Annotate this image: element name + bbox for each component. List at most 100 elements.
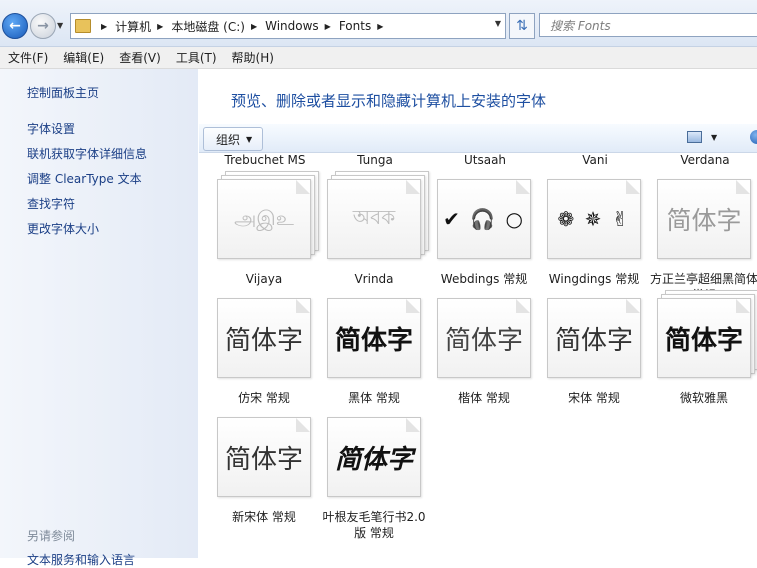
- arrow-left-icon: ←: [9, 18, 21, 34]
- refresh-button[interactable]: ⇅: [509, 13, 535, 39]
- font-name-label: Vrinda: [354, 272, 394, 286]
- font-label-tunga[interactable]: Tunga: [357, 153, 393, 167]
- font-label-vani[interactable]: Vani: [582, 153, 608, 167]
- font-tile[interactable]: 简体字 微软雅黑: [649, 290, 757, 406]
- breadcrumb-local-disk[interactable]: 本地磁盘 (C:): [171, 18, 245, 35]
- sidebar-link-change-font-size[interactable]: 更改字体大小: [27, 220, 99, 237]
- font-tile[interactable]: ✔ 🎧 ○ Webdings 常规: [429, 179, 539, 287]
- font-tile[interactable]: 简体字 楷体 常规: [429, 298, 539, 406]
- font-sample-text: 简体字: [334, 444, 413, 475]
- font-file-icon: 简体字: [327, 417, 421, 497]
- sidebar-link-find-character[interactable]: 查找字符: [27, 195, 75, 212]
- font-file-icon: 简体字: [437, 298, 531, 378]
- font-file-icon: 简体字: [657, 290, 757, 378]
- font-name-label: 叶根友毛笔行书2.0版 常规: [322, 510, 426, 540]
- search-box[interactable]: [539, 13, 757, 37]
- back-button[interactable]: ←: [2, 13, 28, 39]
- font-label-verdana[interactable]: Verdana: [680, 153, 729, 167]
- sidebar-link-cleartype[interactable]: 调整 ClearType 文本: [27, 170, 142, 187]
- font-file-icon: 简体字: [547, 298, 641, 378]
- font-tile[interactable]: ❁ ✵ ✌ Wingdings 常规: [539, 179, 649, 287]
- menu-file[interactable]: 文件(F): [0, 49, 55, 66]
- font-sample-text: 简体字: [554, 325, 633, 356]
- font-file-icon: ❁ ✵ ✌: [547, 179, 641, 259]
- folder-icon: [75, 19, 91, 33]
- font-name-label: Wingdings 常规: [548, 272, 640, 286]
- font-tile[interactable]: 简体字 宋体 常规: [539, 298, 649, 406]
- font-file-icon: அஇஉ: [217, 171, 319, 259]
- font-file-icon: 简体字: [327, 298, 421, 378]
- arrow-right-icon: →: [37, 18, 49, 34]
- main-pane: 预览、删除或者显示和隐藏计算机上安装的字体 组织 ▼ ▼ Trebuchet M…: [199, 69, 757, 558]
- font-sample-text: 简体字: [664, 325, 743, 356]
- chevron-right-icon[interactable]: ▶: [377, 22, 383, 31]
- address-dropdown-icon[interactable]: ▼: [495, 19, 501, 28]
- chevron-right-icon[interactable]: ▶: [325, 22, 331, 31]
- font-file-icon: 简体字: [217, 298, 311, 378]
- font-sample-text: 简体字: [444, 325, 523, 356]
- font-tile[interactable]: 简体字 黑体 常规: [319, 298, 429, 406]
- font-name-label: 微软雅黑: [679, 391, 728, 405]
- font-tile[interactable]: அஇஉ Vijaya: [209, 171, 319, 287]
- font-name-label: 黑体 常规: [348, 391, 400, 405]
- font-file-icon: ✔ 🎧 ○: [437, 179, 531, 259]
- organize-button[interactable]: 组织 ▼: [203, 127, 264, 151]
- font-label-utsaah[interactable]: Utsaah: [464, 153, 506, 167]
- chevron-right-icon[interactable]: ▶: [157, 22, 163, 31]
- refresh-icon: ⇅: [516, 18, 528, 34]
- breadcrumb-windows[interactable]: Windows: [265, 19, 319, 33]
- organize-label: 组织: [216, 132, 241, 147]
- sidebar-link-font-settings[interactable]: 字体设置: [27, 120, 75, 137]
- font-sample-text: অবক: [352, 204, 396, 229]
- font-sample-text: அஇஉ: [234, 205, 294, 230]
- menu-edit[interactable]: 编辑(E): [55, 49, 111, 66]
- chevron-down-icon[interactable]: ▼: [711, 133, 717, 142]
- help-icon[interactable]: [750, 130, 757, 144]
- sidebar-link-text-services[interactable]: 文本服务和输入语言: [27, 551, 135, 568]
- font-name-label: 宋体 常规: [568, 391, 620, 405]
- sidebar: 控制面板主页 字体设置 联机获取字体详细信息 调整 ClearType 文本 查…: [0, 69, 198, 567]
- font-tile[interactable]: 简体字 仿宋 常规: [209, 298, 319, 406]
- font-grid: Trebuchet MS Tunga Utsaah Vani Verdana அ…: [199, 153, 757, 558]
- font-file-icon: 简体字: [657, 179, 751, 259]
- toolbar: 组织 ▼ ▼: [199, 124, 757, 153]
- font-name-label: Vijaya: [245, 272, 283, 286]
- view-icon: [687, 131, 702, 143]
- font-tile[interactable]: 简体字 新宋体 常规: [209, 417, 319, 525]
- chevron-right-icon[interactable]: ▶: [251, 22, 257, 31]
- sidebar-link-control-panel-home[interactable]: 控制面板主页: [27, 84, 99, 101]
- font-name-label: Webdings 常规: [440, 272, 528, 286]
- page-title: 预览、删除或者显示和隐藏计算机上安装的字体: [231, 92, 547, 110]
- font-sample-text: 简体字: [224, 325, 303, 356]
- font-name-label: 仿宋 常规: [238, 391, 290, 405]
- chevron-down-icon: ▼: [246, 134, 253, 144]
- font-tile[interactable]: 简体字方正兰亭超细黑简体 常规: [649, 179, 757, 303]
- see-also-heading: 另请参阅: [27, 529, 76, 543]
- font-sample-text: 简体字: [666, 206, 742, 235]
- sidebar-link-online-font-info[interactable]: 联机获取字体详细信息: [27, 145, 147, 162]
- font-sample-text: 简体字: [334, 325, 413, 356]
- menu-view[interactable]: 查看(V): [111, 49, 168, 66]
- font-sample-text: ❁ ✵ ✌: [557, 207, 631, 231]
- font-tile[interactable]: অবক Vrinda: [319, 171, 429, 287]
- font-file-icon: 简体字: [217, 417, 311, 497]
- breadcrumb-fonts[interactable]: Fonts: [339, 19, 371, 33]
- chevron-right-icon[interactable]: ▶: [101, 22, 107, 31]
- change-view-button[interactable]: ▼: [687, 131, 717, 143]
- font-file-icon: অবক: [327, 171, 429, 259]
- search-input[interactable]: [548, 15, 742, 37]
- font-sample-text: 简体字: [224, 444, 303, 475]
- forward-button[interactable]: →: [30, 13, 56, 39]
- font-name-label: 楷体 常规: [458, 391, 510, 405]
- font-sample-text: ✔ 🎧 ○: [443, 207, 525, 231]
- breadcrumb[interactable]: ▶ 计算机 ▶ 本地磁盘 (C:) ▶ Windows ▶ Fonts ▶ ▼: [70, 13, 506, 39]
- menu-tools[interactable]: 工具(T): [168, 49, 224, 66]
- menu-bar: 文件(F) 编辑(E) 查看(V) 工具(T) 帮助(H): [0, 47, 757, 69]
- menu-help[interactable]: 帮助(H): [224, 49, 281, 66]
- address-bar: ← → ▼ ▶ 计算机 ▶ 本地磁盘 (C:) ▶ Windows ▶ Font…: [0, 0, 757, 47]
- recent-pages-dropdown[interactable]: ▼: [57, 21, 63, 30]
- font-label-trebuchet[interactable]: Trebuchet MS: [225, 153, 306, 167]
- font-tile[interactable]: 简体字叶根友毛笔行书2.0版 常规: [319, 417, 429, 541]
- breadcrumb-computer[interactable]: 计算机: [115, 18, 151, 35]
- font-name-label: 新宋体 常规: [232, 510, 296, 524]
